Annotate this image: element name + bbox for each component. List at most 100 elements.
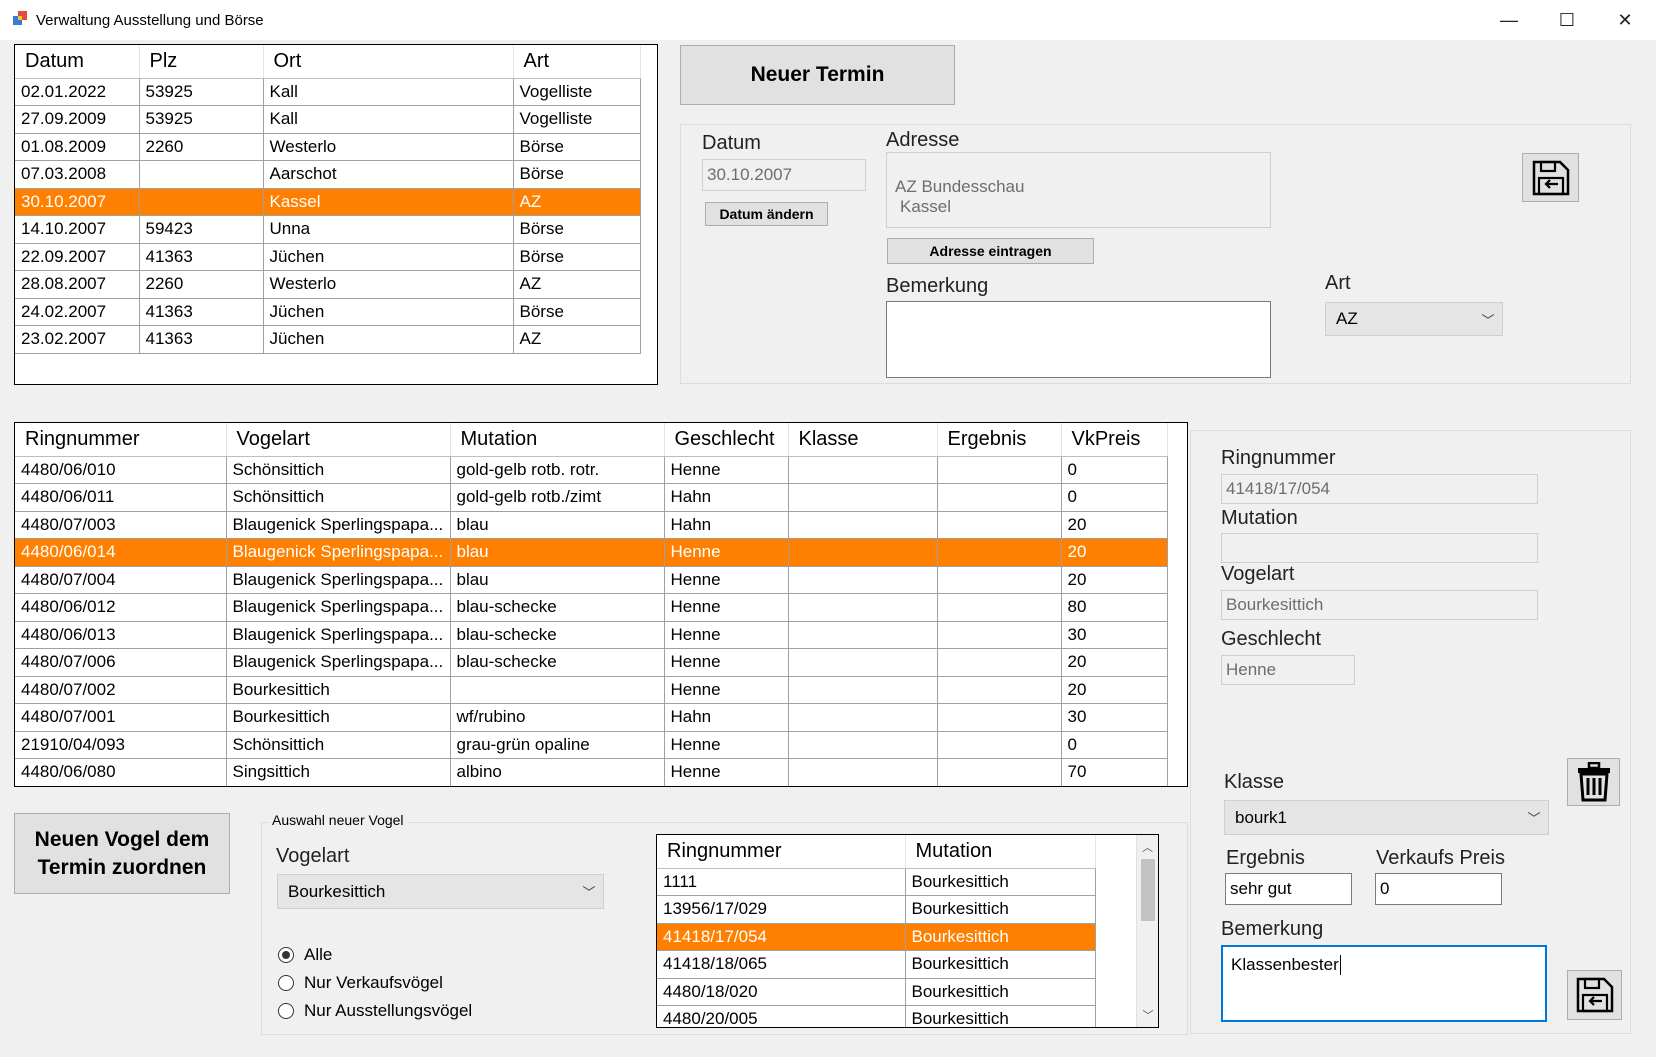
cell-mutation[interactable]: Bourkesittich — [905, 978, 1096, 1006]
cell-preis[interactable]: 0 — [1061, 456, 1168, 484]
neuer-vogel-row[interactable]: 13956/17/029 Bourkesittich — [657, 895, 1096, 924]
column-header-klasse[interactable]: Klasse — [788, 423, 938, 457]
cell-ring[interactable]: 4480/07/006 — [15, 648, 227, 677]
cell-art[interactable]: AZ — [513, 188, 641, 216]
cell-ring[interactable]: 1111 — [657, 868, 906, 896]
neuer-vogel-grid[interactable]: Ringnummer Mutation 1111 Bourkesittich 139… — [656, 834, 1159, 1028]
termin-row[interactable]: 24.02.2007 41363 Jüchen Börse — [15, 298, 641, 326]
cell-klasse[interactable] — [788, 731, 938, 759]
cell-ergebnis[interactable] — [937, 758, 1062, 786]
cell-plz[interactable]: 2260 — [139, 270, 264, 299]
cell-ort[interactable]: Jüchen — [263, 243, 514, 271]
cell-geschlecht[interactable]: Henne — [664, 648, 789, 677]
cell-plz[interactable]: 59423 — [139, 215, 264, 244]
cell-preis[interactable]: 20 — [1061, 566, 1168, 594]
cell-klasse[interactable] — [788, 593, 938, 622]
cell-preis[interactable]: 20 — [1061, 676, 1168, 704]
cell-mutation[interactable]: Bourkesittich — [905, 1005, 1096, 1027]
vogel-row[interactable]: 4480/06/010 Schönsittich gold-gelb rotb. r… — [15, 456, 1168, 484]
cell-klasse[interactable] — [788, 456, 938, 484]
cell-ring[interactable]: 4480/06/014 — [15, 538, 227, 567]
cell-geschlecht[interactable]: Henne — [664, 593, 789, 622]
termin-row[interactable]: 14.10.2007 59423 Unna Börse — [15, 215, 641, 244]
cell-preis[interactable]: 0 — [1061, 483, 1168, 512]
cell-art[interactable]: Bourkesittich — [226, 676, 451, 704]
cell-ring[interactable]: 4480/07/001 — [15, 703, 227, 732]
save-vogel-button[interactable] — [1567, 970, 1622, 1020]
cell-art[interactable]: Schönsittich — [226, 731, 451, 759]
cell-ergebnis[interactable] — [937, 538, 1062, 567]
radio-verkauf-circle[interactable] — [278, 975, 294, 991]
radio-ausstellung-circle[interactable] — [278, 1003, 294, 1019]
cell-ort[interactable]: Jüchen — [263, 298, 514, 326]
cell-klasse[interactable] — [788, 621, 938, 649]
cell-datum[interactable]: 01.08.2009 — [15, 133, 140, 161]
cell-klasse[interactable] — [788, 703, 938, 732]
cell-ort[interactable]: Westerlo — [263, 270, 514, 299]
cell-klasse[interactable] — [788, 758, 938, 786]
cell-mutation[interactable]: Bourkesittich — [905, 868, 1096, 896]
cell-geschlecht[interactable]: Hahn — [664, 511, 789, 539]
cell-art[interactable]: Börse — [513, 160, 641, 189]
column-header-plz[interactable]: Plz — [139, 45, 264, 79]
cell-ring[interactable]: 4480/20/005 — [657, 1005, 906, 1027]
close-button[interactable]: ✕ — [1596, 0, 1654, 40]
neuer-vogel-row[interactable]: 41418/18/065 Bourkesittich — [657, 950, 1096, 979]
cell-ring[interactable]: 4480/07/003 — [15, 511, 227, 539]
cell-ring[interactable]: 13956/17/029 — [657, 895, 906, 924]
cell-ring[interactable]: 41418/18/065 — [657, 950, 906, 979]
cell-geschlecht[interactable]: Henne — [664, 566, 789, 594]
cell-klasse[interactable] — [788, 648, 938, 677]
cell-klasse[interactable] — [788, 566, 938, 594]
cell-ergebnis[interactable] — [937, 483, 1062, 512]
cell-ort[interactable]: Kassel — [263, 188, 514, 216]
termin-row[interactable]: 27.09.2009 53925 Kall Vogelliste — [15, 105, 641, 134]
cell-art[interactable]: Blaugenick Sperlingspapa... — [226, 538, 451, 567]
cell-datum[interactable]: 30.10.2007 — [15, 188, 140, 216]
column-header-mutation[interactable]: Mutation — [905, 835, 1096, 869]
cell-mutation[interactable]: blau — [450, 511, 665, 539]
cell-art[interactable]: Bourkesittich — [226, 703, 451, 732]
termin-row[interactable]: 07.03.2008 Aarschot Börse — [15, 160, 641, 189]
cell-mutation[interactable]: albino — [450, 758, 665, 786]
termin-row[interactable]: 22.09.2007 41363 Jüchen Börse — [15, 243, 641, 271]
cell-preis[interactable]: 30 — [1061, 703, 1168, 732]
cell-geschlecht[interactable]: Hahn — [664, 703, 789, 732]
maximize-button[interactable]: ☐ — [1538, 0, 1596, 40]
cell-art[interactable]: Vogelliste — [513, 78, 641, 106]
cell-preis[interactable]: 70 — [1061, 758, 1168, 786]
vogel-row[interactable]: 4480/07/001 Bourkesittich wf/rubino Hahn 30 — [15, 703, 1168, 732]
column-header-geschlecht[interactable]: Geschlecht — [664, 423, 789, 457]
cell-plz[interactable]: 2260 — [139, 133, 264, 161]
cell-klasse[interactable] — [788, 511, 938, 539]
neuer-vogel-vogelart-select[interactable]: Bourkesittich ﹀ — [277, 874, 604, 909]
cell-preis[interactable]: 20 — [1061, 511, 1168, 539]
cell-art[interactable]: Börse — [513, 298, 641, 326]
scroll-down-icon[interactable]: ﹀ — [1137, 1007, 1158, 1023]
vogel-row[interactable]: 4480/06/080 Singsittich albino Henne 70 — [15, 758, 1168, 786]
column-header-vogelart[interactable]: Vogelart — [226, 423, 451, 457]
cell-ergebnis[interactable] — [937, 511, 1062, 539]
cell-datum[interactable]: 02.01.2022 — [15, 78, 140, 106]
cell-ort[interactable]: Kall — [263, 78, 514, 106]
cell-art[interactable]: Blaugenick Sperlingspapa... — [226, 566, 451, 594]
vogel-row[interactable]: 4480/07/002 Bourkesittich Henne 20 — [15, 676, 1168, 704]
termine-grid[interactable]: Datum Plz Ort Art 02.01.2022 53925 Kall Vog… — [14, 44, 658, 385]
cell-geschlecht[interactable]: Henne — [664, 538, 789, 567]
neuer-vogel-row[interactable]: 4480/20/005 Bourkesittich — [657, 1005, 1096, 1027]
column-header-datum[interactable]: Datum — [15, 45, 140, 79]
vogel-row[interactable]: 4480/06/014 Blaugenick Sperlingspapa... bl… — [15, 538, 1168, 567]
cell-geschlecht[interactable]: Henne — [664, 456, 789, 484]
vogel-row[interactable]: 4480/07/003 Blaugenick Sperlingspapa... bl… — [15, 511, 1168, 539]
column-header-ringnummer[interactable]: Ringnummer — [657, 835, 906, 869]
cell-plz[interactable]: 41363 — [139, 243, 264, 271]
cell-preis[interactable]: 0 — [1061, 731, 1168, 759]
termin-row[interactable]: 30.10.2007 Kassel AZ — [15, 188, 641, 216]
termin-row[interactable]: 28.08.2007 2260 Westerlo AZ — [15, 270, 641, 299]
cell-ort[interactable]: Kall — [263, 105, 514, 134]
verkaufspreis-input[interactable]: 0 — [1375, 873, 1502, 905]
vogel-row[interactable]: 21910/04/093 Schönsittich grau-grün opalin… — [15, 731, 1168, 759]
cell-mutation[interactable]: blau — [450, 538, 665, 567]
cell-ring[interactable]: 4480/06/080 — [15, 758, 227, 786]
vogel-row[interactable]: 4480/06/012 Blaugenick Sperlingspapa... bl… — [15, 593, 1168, 622]
